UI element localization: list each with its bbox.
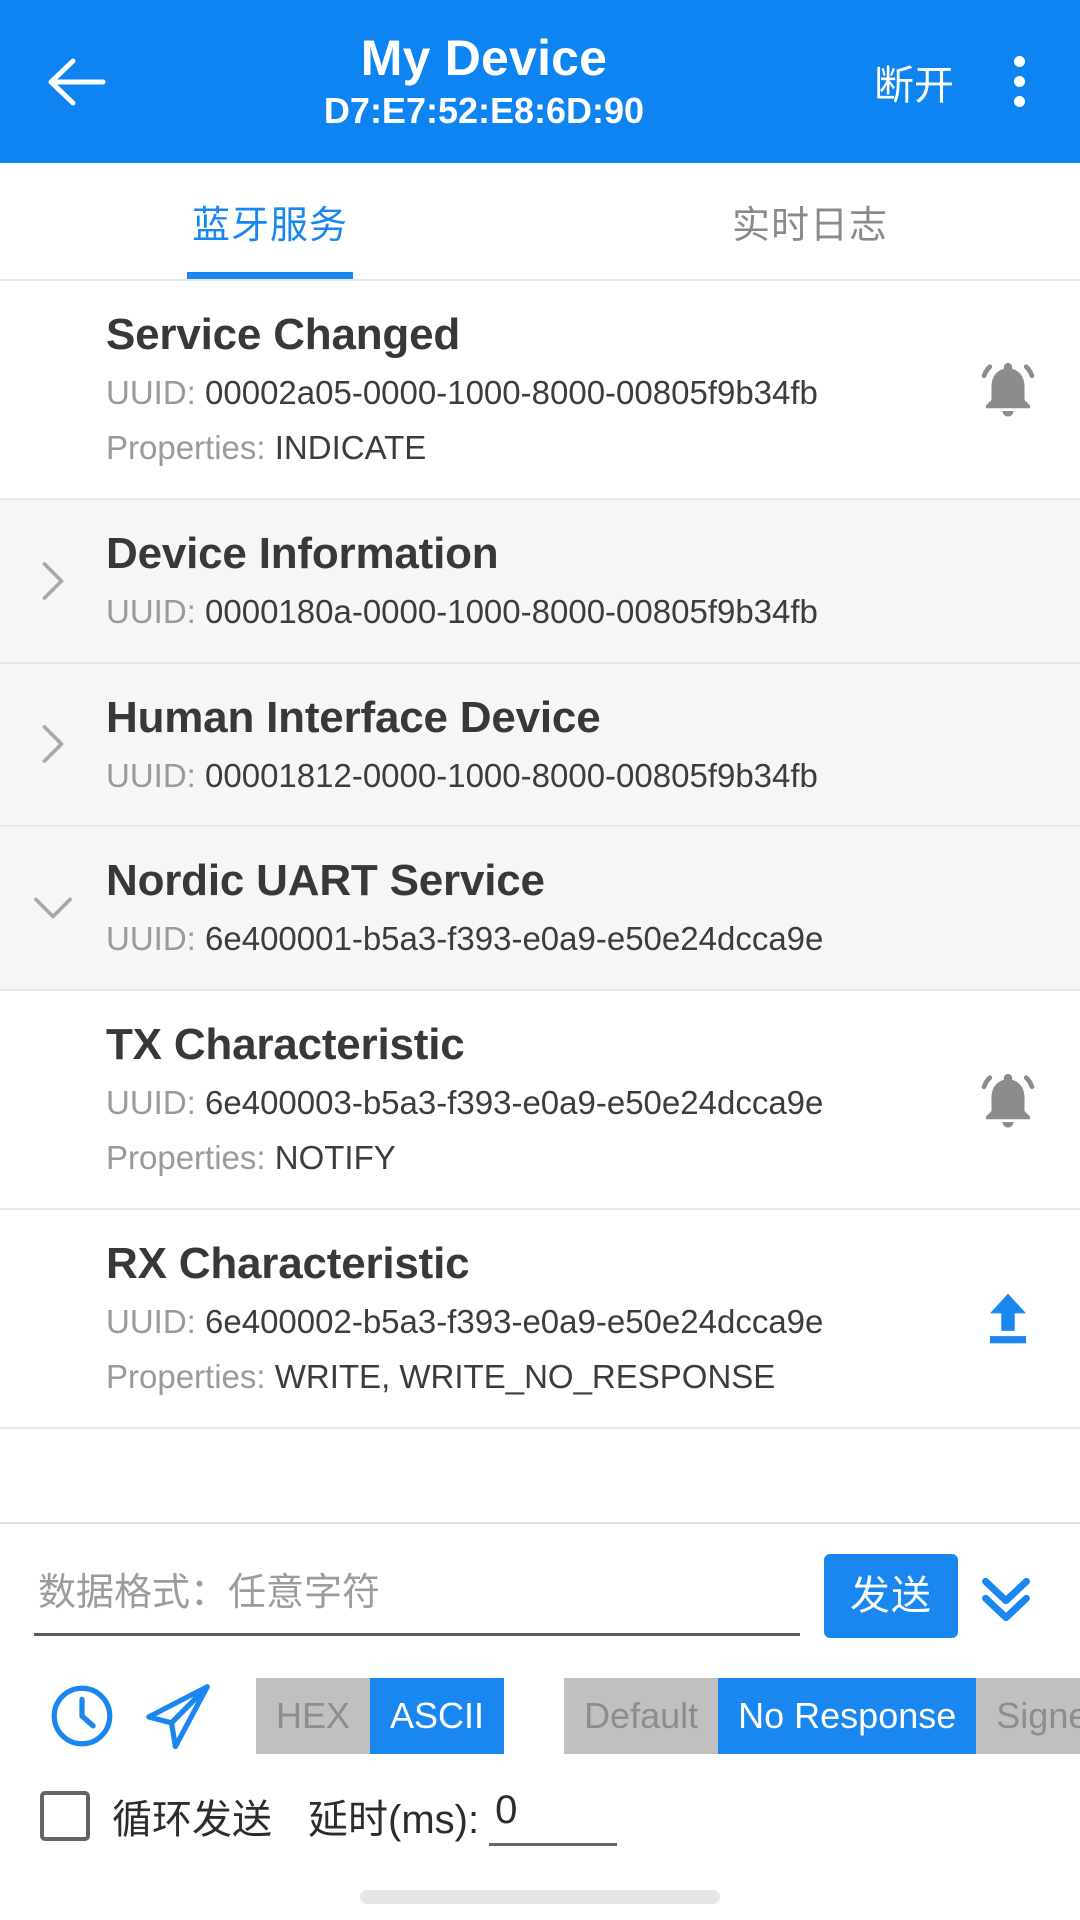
notifications-active-icon[interactable] (972, 353, 1044, 425)
send-toolbar: HEX ASCII Default No Response Signed (0, 1658, 1080, 1780)
upload-icon[interactable] (972, 1282, 1044, 1354)
format-segmented-control: HEX ASCII (256, 1678, 505, 1754)
characteristic-uuid: UUID: 6e400002-b5a3-f393-e0a9-e50e24dcca… (106, 1298, 1046, 1346)
uuid-label: UUID: (106, 756, 196, 794)
write-mode-segmented-control: Default No Response Signed (564, 1678, 1080, 1754)
uuid-value: 6e400003-b5a3-f393-e0a9-e50e24dcca9e (205, 1084, 824, 1122)
uuid-label: UUID: (106, 592, 196, 630)
uuid-value: 6e400001-b5a3-f393-e0a9-e50e24dcca9e (205, 920, 824, 958)
format-option-hex[interactable]: HEX (256, 1678, 371, 1754)
uuid-value: 0000180a-0000-1000-8000-00805f9b34fb (205, 592, 818, 630)
arrow-left-icon (47, 54, 107, 110)
properties-label: Properties: (106, 1139, 266, 1177)
service-uuid: UUID: 00002a05-0000-1000-8000-00805f9b34… (106, 369, 1046, 417)
properties-value: WRITE, WRITE_NO_RESPONSE (274, 1357, 776, 1395)
appbar-title-block: My Device D7:E7:52:E8:6D:90 (110, 31, 858, 132)
list-item-service-changed[interactable]: Service Changed UUID: 00002a05-0000-1000… (0, 281, 1080, 500)
app-screen: My Device D7:E7:52:E8:6D:90 断开 蓝牙服务 实时日志… (0, 0, 1080, 1920)
data-input[interactable] (34, 1556, 800, 1636)
uuid-value: 00001812-0000-1000-8000-00805f9b34fb (205, 756, 818, 794)
page-title: My Device (360, 29, 608, 86)
send-row: 发送 (0, 1524, 1080, 1658)
back-button[interactable] (34, 39, 120, 125)
home-indicator-area (0, 1846, 1080, 1920)
uuid-label: UUID: (106, 1084, 196, 1122)
service-properties: Properties: INDICATE (106, 424, 1046, 472)
device-address: D7:E7:52:E8:6D:90 (323, 89, 645, 131)
tab-bluetooth-services[interactable]: 蓝牙服务 (0, 163, 540, 279)
uuid-value: 00002a05-0000-1000-8000-00805f9b34fb (205, 374, 818, 411)
list-item-rx-characteristic[interactable]: RX Characteristic UUID: 6e400002-b5a3-f3… (0, 1209, 1080, 1429)
send-panel: 发送 HEX (0, 1522, 1080, 1846)
home-indicator (360, 1890, 720, 1904)
clock-icon[interactable] (34, 1668, 130, 1764)
list-item-device-information[interactable]: Device Information UUID: 0000180a-0000-1… (0, 499, 1080, 664)
properties-value: INDICATE (274, 428, 427, 466)
write-mode-no-response[interactable]: No Response (718, 1678, 977, 1754)
properties-value: NOTIFY (274, 1139, 396, 1177)
write-mode-signed[interactable]: Signed (976, 1678, 1080, 1754)
delay-input[interactable] (489, 1786, 618, 1846)
format-option-ascii[interactable]: ASCII (370, 1678, 505, 1754)
characteristic-properties: Properties: WRITE, WRITE_NO_RESPONSE (106, 1353, 1046, 1401)
double-chevron-down-icon[interactable] (958, 1548, 1054, 1644)
service-name: Nordic UART Service (106, 856, 545, 906)
app-bar: My Device D7:E7:52:E8:6D:90 断开 (0, 0, 1080, 163)
more-dot (1013, 96, 1025, 107)
service-name: Service Changed (106, 310, 461, 359)
uuid-label: UUID: (106, 1302, 196, 1340)
characteristic-name: RX Characteristic (106, 1238, 470, 1288)
uuid-label: UUID: (106, 374, 196, 411)
properties-label: Properties: (106, 1357, 266, 1395)
tab-realtime-log[interactable]: 实时日志 (540, 163, 1080, 279)
service-uuid: UUID: 0000180a-0000-1000-8000-00805f9b34… (106, 588, 1046, 636)
service-name: Device Information (106, 528, 499, 578)
list-item-human-interface-device[interactable]: Human Interface Device UUID: 00001812-00… (0, 663, 1080, 828)
uuid-value: 6e400002-b5a3-f393-e0a9-e50e24dcca9e (205, 1302, 824, 1340)
paper-plane-icon[interactable] (130, 1668, 226, 1764)
disconnect-button[interactable]: 断开 (858, 43, 970, 121)
loop-send-label: 循环发送 (112, 1798, 272, 1842)
list-item-nordic-uart-service[interactable]: Nordic UART Service UUID: 6e400001-b5a3-… (0, 827, 1080, 992)
more-vertical-icon[interactable] (984, 39, 1054, 125)
uuid-label: UUID: (106, 920, 196, 958)
service-name: Human Interface Device (106, 692, 601, 742)
loop-send-checkbox[interactable] (40, 1791, 90, 1841)
characteristic-uuid: UUID: 6e400003-b5a3-f393-e0a9-e50e24dcca… (106, 1079, 1046, 1127)
notifications-active-icon[interactable] (972, 1064, 1044, 1136)
chevron-right-icon[interactable] (30, 558, 76, 604)
tab-bar: 蓝牙服务 实时日志 (0, 163, 1080, 281)
characteristic-properties: Properties: NOTIFY (106, 1134, 1046, 1182)
send-button[interactable]: 发送 (824, 1554, 958, 1638)
characteristic-name: TX Characteristic (106, 1020, 465, 1070)
list-item-tx-characteristic[interactable]: TX Characteristic UUID: 6e400003-b5a3-f3… (0, 991, 1080, 1210)
write-mode-default[interactable]: Default (564, 1678, 719, 1754)
properties-label: Properties: (106, 428, 266, 466)
loop-options-row: 循环发送 延时(ms): (0, 1780, 1080, 1846)
more-dot (1013, 56, 1025, 67)
service-list: Service Changed UUID: 00002a05-0000-1000… (0, 281, 1080, 1522)
more-dot (1013, 76, 1025, 87)
chevron-right-icon[interactable] (30, 721, 76, 767)
service-uuid: UUID: 6e400001-b5a3-f393-e0a9-e50e24dcca… (106, 915, 1046, 963)
chevron-down-icon[interactable] (30, 885, 76, 931)
delay-label: 延时(ms): (308, 1798, 480, 1842)
service-uuid: UUID: 00001812-0000-1000-8000-00805f9b34… (106, 752, 1046, 800)
